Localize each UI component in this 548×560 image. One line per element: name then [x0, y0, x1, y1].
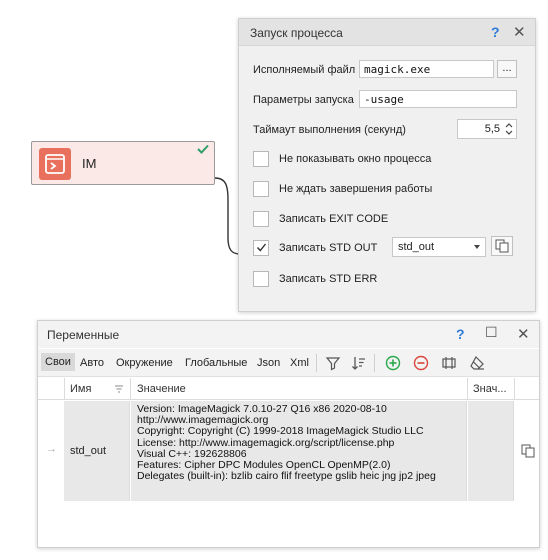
value-line: Copyright: Copyright (C) 1999-2018 Image… [137, 425, 424, 438]
tab-global[interactable]: Глобальные [185, 357, 247, 369]
tab-environment[interactable]: Окружение [116, 357, 173, 369]
timeout-stepper[interactable]: 5,5 [457, 119, 517, 139]
checkbox-std-err[interactable] [253, 271, 269, 287]
checkbox-label: Не ждать завершения работы [279, 183, 433, 195]
panel-titlebar: Переменные ? ☐ ✕ [38, 321, 539, 348]
checkbox-label: Записать STD ERR [279, 273, 378, 285]
sort-icon[interactable] [350, 354, 368, 372]
process-dialog: Запуск процесса ? ✕ Исполняемый файл mag… [238, 18, 536, 312]
checkbox-no-wait[interactable] [253, 181, 269, 197]
chevron-down-icon [474, 245, 480, 249]
browse-button[interactable]: ... [497, 60, 517, 78]
column-header-name[interactable]: Имя [70, 383, 91, 395]
column-header-value2[interactable]: Знач... [473, 383, 507, 395]
tab-auto[interactable]: Авто [80, 357, 104, 369]
row-arrow-icon: → [46, 443, 57, 455]
panel-title: Переменные [47, 328, 120, 342]
columns-icon[interactable] [440, 354, 458, 372]
grid-header: Имя Значение Знач... [38, 378, 539, 400]
toolbar-divider [374, 354, 375, 372]
stdout-variable-select[interactable]: std_out [392, 237, 486, 257]
copy-icon[interactable] [520, 443, 536, 462]
column-divider [467, 378, 468, 400]
checkbox-label: Записать STD OUT [279, 242, 378, 254]
help-icon[interactable]: ? [491, 24, 500, 40]
dialog-title: Запуск процесса [250, 26, 343, 40]
tab-xml[interactable]: Xml [290, 357, 309, 369]
sort-indicator-icon[interactable] [114, 383, 124, 398]
variables-toolbar: Свои Авто Окружение Глобальные Json Xml [38, 349, 539, 377]
value-line: Delegates (built-in): bzlib cairo flif f… [137, 470, 436, 483]
console-terminal-icon [39, 148, 71, 180]
checkbox-std-out[interactable] [253, 240, 269, 256]
column-divider [514, 378, 515, 400]
maximize-icon[interactable]: ☐ [485, 324, 498, 341]
help-icon[interactable]: ? [456, 326, 465, 342]
toolbar-divider [316, 354, 317, 372]
checkbox-label: Не показывать окно процесса [279, 153, 432, 165]
params-input[interactable]: -usage [359, 90, 517, 108]
select-value: std_out [398, 241, 435, 253]
executable-input[interactable]: magick.exe [359, 60, 494, 78]
column-divider [64, 378, 65, 400]
close-icon[interactable]: ✕ [513, 23, 526, 41]
node-label: IM [82, 156, 97, 171]
timeout-label: Таймаут выполнения (секунд) [253, 124, 406, 136]
checkbox-label: Записать EXIT CODE [279, 213, 389, 225]
stepper-arrows-icon[interactable] [504, 121, 514, 137]
remove-icon[interactable] [412, 354, 430, 372]
copy-icon [492, 239, 512, 258]
params-label: Параметры запуска [253, 94, 354, 106]
variable-name: std_out [70, 445, 107, 457]
filter-icon[interactable] [324, 354, 342, 372]
checkmark-icon [256, 242, 267, 256]
variables-panel: Переменные ? ☐ ✕ Свои Авто Окружение Гло… [37, 320, 540, 548]
checkbox-exit-code[interactable] [253, 211, 269, 227]
tab-json[interactable]: Json [257, 357, 280, 369]
cell-variable-value[interactable]: Version: ImageMagick 7.0.10-27 Q16 x86 2… [131, 401, 467, 501]
close-icon[interactable]: ✕ [517, 325, 530, 343]
cell-extra-value[interactable] [468, 401, 514, 501]
cell-variable-name[interactable]: std_out [64, 401, 130, 501]
column-divider [130, 378, 131, 400]
im-node[interactable]: IM [31, 141, 215, 185]
copy-variable-button[interactable] [491, 236, 513, 256]
add-icon[interactable] [384, 354, 402, 372]
tab-own[interactable]: Свои [41, 353, 75, 371]
checkbox-hide-window[interactable] [253, 151, 269, 167]
column-header-value[interactable]: Значение [137, 383, 186, 395]
dialog-titlebar: Запуск процесса ? ✕ [239, 19, 535, 46]
timeout-value: 5,5 [484, 123, 500, 135]
clear-icon[interactable] [468, 354, 486, 372]
table-row[interactable]: → std_out Version: ImageMagick 7.0.10-27… [38, 401, 539, 501]
success-check-icon [197, 144, 209, 157]
executable-label: Исполняемый файл [253, 64, 356, 76]
